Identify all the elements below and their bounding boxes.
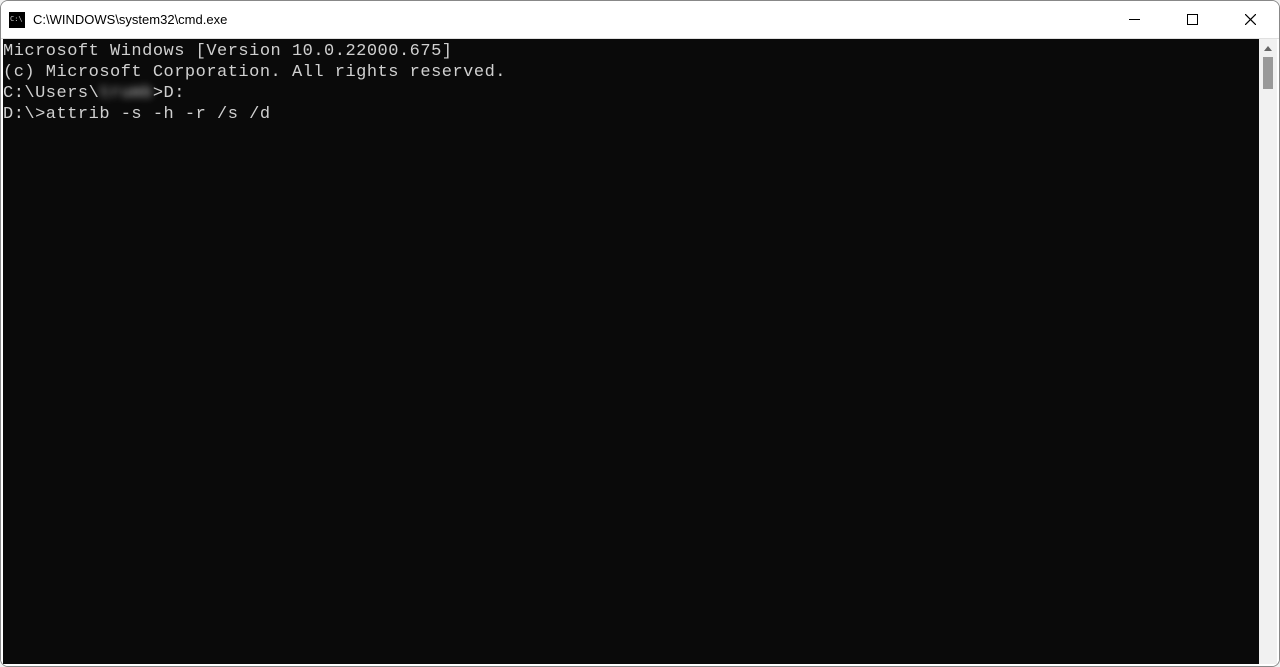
window-title: C:\WINDOWS\system32\cmd.exe (33, 12, 1105, 27)
cmd-window: C:\WINDOWS\system32\cmd.exe Microsoft Wi… (0, 0, 1280, 667)
window-controls (1105, 1, 1279, 38)
cmd-icon (9, 12, 25, 28)
close-button[interactable] (1221, 1, 1279, 38)
terminal-prompt-line: C:\Users\trumb>D: (3, 83, 1259, 104)
scroll-up-arrow[interactable] (1259, 39, 1277, 57)
close-icon (1245, 14, 1256, 25)
minimize-button[interactable] (1105, 1, 1163, 38)
maximize-icon (1187, 14, 1198, 25)
prompt-prefix: C:\Users\ (3, 84, 99, 103)
terminal-output[interactable]: Microsoft Windows [Version 10.0.22000.67… (3, 39, 1259, 664)
prompt-command: >D: (153, 84, 185, 103)
vertical-scrollbar[interactable] (1259, 39, 1277, 664)
scroll-thumb[interactable] (1263, 57, 1273, 89)
minimize-icon (1129, 14, 1140, 25)
maximize-button[interactable] (1163, 1, 1221, 38)
terminal-line: (c) Microsoft Corporation. All rights re… (3, 62, 1259, 83)
titlebar[interactable]: C:\WINDOWS\system32\cmd.exe (1, 1, 1279, 39)
terminal-line: Microsoft Windows [Version 10.0.22000.67… (3, 41, 1259, 62)
chevron-up-icon (1264, 46, 1272, 51)
content-area: Microsoft Windows [Version 10.0.22000.67… (1, 39, 1279, 666)
terminal-prompt-line: D:\>attrib -s -h -r /s /d (3, 104, 1259, 125)
prompt-username: trumb (99, 83, 153, 104)
